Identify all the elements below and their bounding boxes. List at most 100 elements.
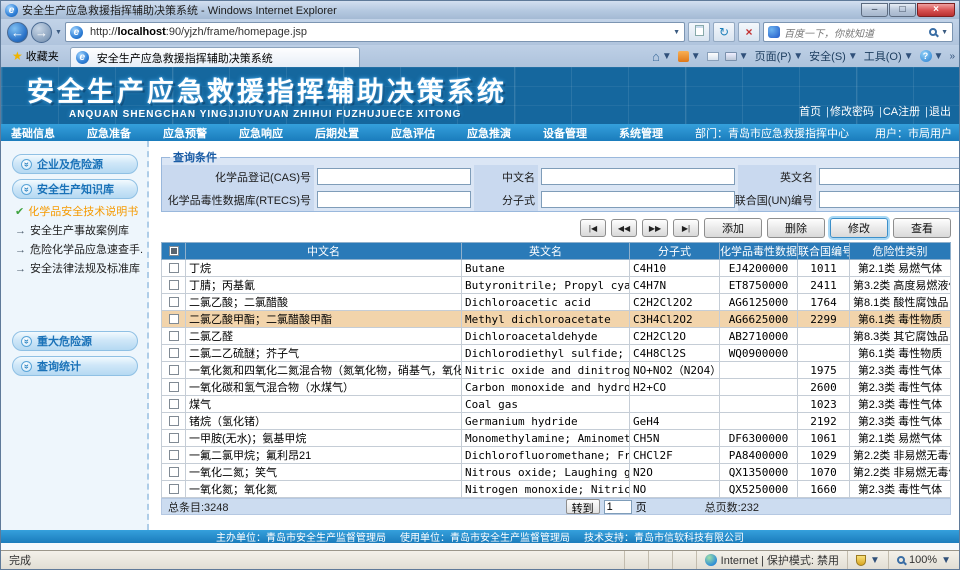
tools-menu[interactable]: 工具(O)▼ — [864, 48, 914, 64]
nav-item[interactable]: 应急预警 — [163, 125, 207, 141]
compatibility-view-button[interactable] — [688, 22, 710, 42]
table-row[interactable]: 锗烷（氢化锗）Germanium hydrideGeH42192第2.3类 毒性… — [162, 413, 951, 430]
table-row[interactable]: 二氯乙醛DichloroacetaldehydeC2H2Cl2OAB271000… — [162, 328, 951, 345]
next-page-button[interactable]: ▶▶ — [642, 219, 668, 237]
safety-menu[interactable]: 安全(S)▼ — [809, 48, 858, 64]
cas-input[interactable] — [317, 168, 471, 185]
header-link-1[interactable]: 修改密码 — [830, 106, 874, 118]
sidebar-item[interactable]: →安全法律法规及标准库 — [15, 260, 143, 279]
feeds-button[interactable]: ▼ — [678, 51, 701, 62]
row-checkbox[interactable] — [169, 331, 179, 341]
sidebar-group-0[interactable]: 企业及危险源 — [12, 154, 138, 174]
row-checkbox[interactable] — [169, 484, 179, 494]
un-number-input[interactable] — [819, 191, 959, 208]
table-row[interactable]: 二氯二乙硫醚；芥子气Dichlorodiethyl sulfide; Musta… — [162, 345, 951, 362]
row-checkbox[interactable] — [169, 399, 179, 409]
header-link-0[interactable]: 首页 — [799, 106, 821, 118]
first-page-button[interactable]: |◀ — [580, 219, 606, 237]
english-name-input[interactable] — [819, 168, 959, 185]
sidebar-item[interactable]: ✔化学品安全技术说明书 — [15, 203, 143, 222]
last-page-button[interactable]: ▶| — [673, 219, 699, 237]
minimize-button[interactable]: – — [861, 3, 888, 17]
nav-item[interactable]: 应急响应 — [239, 125, 283, 141]
nav-item[interactable]: 应急推演 — [467, 125, 511, 141]
add-button[interactable]: 添加 — [704, 218, 762, 238]
table-row[interactable]: 一氧化二氮；笑气Nitrous oxide; Laughing gasN2OQX… — [162, 464, 951, 481]
row-checkbox[interactable] — [169, 433, 179, 443]
table-row[interactable]: 一甲胺(无水)；氨基甲烷Monomethylamine; Aminomethan… — [162, 430, 951, 447]
table-row[interactable]: 丁烷ButaneC4H10EJ42000001011第2.1类 易燃气体 — [162, 260, 951, 277]
row-checkbox[interactable] — [169, 280, 179, 290]
nav-item[interactable]: 基础信息 — [11, 125, 55, 141]
header-link-3[interactable]: 退出 — [929, 106, 951, 118]
close-button[interactable]: × — [917, 3, 955, 17]
table-row[interactable]: 一氧化氮和四氧化二氮混合物（氮氧化物，硝基气，氧化氮气体）Nitric oxid… — [162, 362, 951, 379]
search-icon[interactable] — [929, 28, 937, 36]
delete-button[interactable]: 删除 — [767, 218, 825, 238]
select-all-checkbox[interactable] — [169, 246, 179, 256]
sidebar-item[interactable]: →安全生产事故案例库 — [15, 222, 143, 241]
row-checkbox[interactable] — [169, 348, 179, 358]
row-checkbox[interactable] — [169, 263, 179, 273]
header-link-2[interactable]: CA注册 — [883, 106, 920, 118]
nav-items: 基础信息 应急准备 应急预警 应急响应 后期处置 应急评估 应急推演 设备管理 系统管理 — [11, 125, 695, 141]
history-dropdown-icon[interactable]: ▼ — [55, 29, 62, 36]
sidebar-group-3[interactable]: 查询统计 — [12, 356, 138, 376]
address-dropdown-icon[interactable]: ▼ — [673, 29, 680, 36]
sidebar-group-1[interactable]: 安全生产知识库 — [12, 179, 138, 199]
goto-page-button[interactable]: 转到 — [566, 499, 600, 514]
table-row[interactable]: 一氧化碳和氢气混合物（水煤气）Carbon monoxide and hydro… — [162, 379, 951, 396]
page-number-input[interactable] — [604, 500, 632, 514]
maximize-button[interactable]: □ — [889, 3, 916, 17]
column-header-5: 危险性类别 — [850, 243, 951, 260]
row-checkbox[interactable] — [169, 467, 179, 477]
nav-item[interactable]: 设备管理 — [543, 125, 587, 141]
zoom-control[interactable]: 100% ▼ — [888, 551, 959, 569]
search-box[interactable]: 百度一下，你就知道 ▼ — [763, 22, 953, 42]
cell-formula: CHCl2F — [630, 447, 720, 464]
address-bar[interactable]: http://localhost:90/yjzh/frame/homepage.… — [65, 22, 685, 42]
row-checkbox[interactable] — [169, 450, 179, 460]
sidebar-group-2[interactable]: 重大危险源 — [12, 331, 138, 351]
table-row[interactable]: 二氯乙酸甲酯；二氯醋酸甲酯Methyl dichloroacetateC3H4C… — [162, 311, 951, 328]
modify-button[interactable]: 修改 — [830, 218, 888, 238]
nav-item[interactable]: 应急评估 — [391, 125, 435, 141]
page-menu[interactable]: 页面(P)▼ — [755, 48, 804, 64]
nav-item[interactable]: 应急准备 — [87, 125, 131, 141]
favorites-button[interactable]: ★ 收藏夹 — [5, 45, 66, 67]
help-menu[interactable]: ?▼ — [920, 50, 944, 62]
rtecs-label: 化学品毒性数据库(RTECS)号 — [162, 188, 314, 211]
row-checkbox[interactable] — [169, 382, 179, 392]
formula-input[interactable] — [541, 191, 735, 208]
refresh-button[interactable]: ↻ — [713, 22, 735, 42]
row-checkbox[interactable] — [169, 314, 179, 324]
protected-mode-button[interactable]: ▼ — [847, 551, 888, 569]
table-row[interactable]: 丁腈；丙基氰Butyronitrile; Propyl cyanideC4H7N… — [162, 277, 951, 294]
row-checkbox[interactable] — [169, 365, 179, 375]
command-overflow-icon[interactable]: » — [949, 51, 955, 62]
read-mail-button[interactable] — [707, 52, 719, 61]
nav-item[interactable]: 后期处置 — [315, 125, 359, 141]
row-checkbox[interactable] — [169, 297, 179, 307]
row-checkbox[interactable] — [169, 416, 179, 426]
table-row[interactable]: 一氧化氮；氧化氮Nitrogen monoxide; Nitric oxideN… — [162, 481, 951, 498]
print-button[interactable]: ▼ — [725, 51, 749, 62]
back-button[interactable]: ← — [7, 22, 28, 43]
forward-button[interactable]: → — [31, 22, 52, 43]
tab-active[interactable]: 安全生产应急救援指挥辅助决策系统 — [70, 47, 360, 67]
prev-page-button[interactable]: ◀◀ — [611, 219, 637, 237]
home-button[interactable]: ⌂▼ — [652, 49, 672, 64]
stop-button[interactable]: × — [738, 22, 760, 42]
search-dropdown-icon[interactable]: ▼ — [941, 29, 948, 36]
table-row[interactable]: 煤气Coal gas1023第2.3类 毒性气体 — [162, 396, 951, 413]
table-row[interactable]: 一氟二氯甲烷；氟利昂21Dichlorofluoromethane; Freon… — [162, 447, 951, 464]
table-row[interactable]: 二氯乙酸；二氯醋酸Dichloroacetic acidC2H2Cl2O2AG6… — [162, 294, 951, 311]
view-button[interactable]: 查看 — [893, 218, 951, 238]
sidebar-item[interactable]: →危险化学品应急速查手... — [15, 241, 143, 260]
nav-item[interactable]: 系统管理 — [619, 125, 663, 141]
cell-formula — [630, 396, 720, 413]
cell-un-number: 1061 — [798, 430, 850, 447]
chinese-name-input[interactable] — [541, 168, 735, 185]
cell-un-number — [798, 345, 850, 362]
rtecs-input[interactable] — [317, 191, 471, 208]
